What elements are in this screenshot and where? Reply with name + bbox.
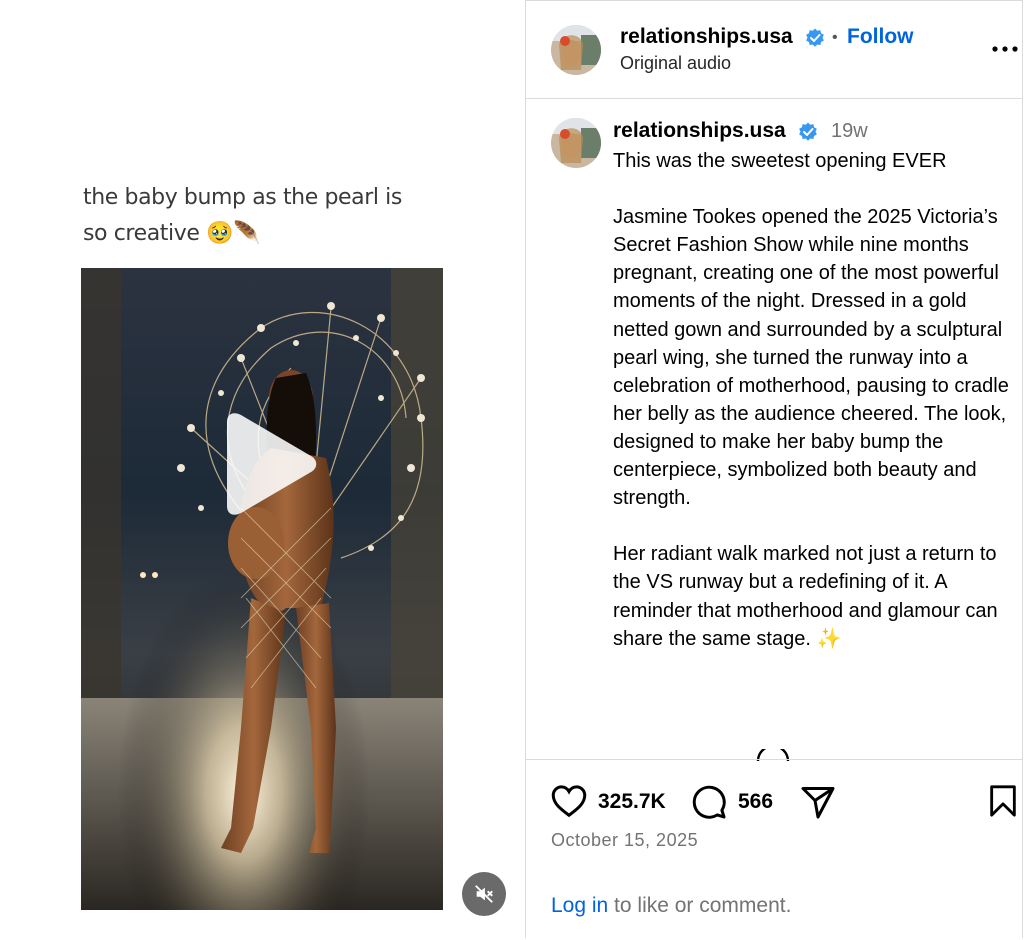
media-panel: the baby bump as the pearl is so creativ…: [0, 0, 525, 938]
comment-count[interactable]: 566: [738, 790, 773, 814]
caption-username[interactable]: relationships.usa: [613, 119, 786, 143]
post-date: October 15, 2025: [551, 830, 699, 850]
login-prompt: Log in to like or comment.: [551, 894, 791, 918]
mute-button[interactable]: [462, 872, 506, 916]
video-player[interactable]: [81, 268, 443, 910]
overlay-caption-line-1: the baby bump as the pearl is: [83, 185, 402, 210]
login-link[interactable]: Log in: [551, 894, 608, 917]
follow-button[interactable]: Follow: [847, 25, 914, 49]
video-frame: [81, 268, 443, 910]
like-heart-icon[interactable]: [551, 784, 587, 818]
overlay-caption: the baby bump as the pearl is so creativ…: [83, 180, 423, 252]
header-username[interactable]: relationships.usa: [620, 25, 793, 49]
like-count[interactable]: 325.7K: [598, 790, 666, 814]
more-options-icon[interactable]: [990, 37, 1020, 61]
caption-avatar[interactable]: [551, 118, 601, 168]
verified-badge-icon: [799, 122, 817, 141]
login-prompt-text: to like or comment.: [608, 894, 792, 917]
avatar[interactable]: [551, 25, 601, 75]
post-caption: This was the sweetest opening EVER Jasmi…: [613, 150, 1009, 650]
comment-icon[interactable]: [691, 784, 727, 820]
verified-badge-icon: [806, 28, 824, 47]
speaker-muted-icon: [475, 885, 493, 903]
separator-dot: •: [832, 29, 838, 46]
save-bookmark-icon[interactable]: [988, 784, 1018, 818]
original-audio-link[interactable]: Original audio: [620, 53, 731, 74]
post-actions: 325.7K 566 October 15, 2025 Log in to li…: [526, 759, 1022, 940]
play-button[interactable]: [219, 412, 319, 516]
overlay-caption-line-2: so creative 🥹🪶: [83, 221, 261, 246]
post-header: relationships.usa • Follow Original audi…: [526, 1, 1022, 99]
play-icon: [227, 413, 317, 515]
share-icon[interactable]: [799, 784, 837, 820]
post-time[interactable]: 19w: [831, 120, 868, 143]
post-panel: relationships.usa • Follow Original audi…: [525, 0, 1023, 938]
